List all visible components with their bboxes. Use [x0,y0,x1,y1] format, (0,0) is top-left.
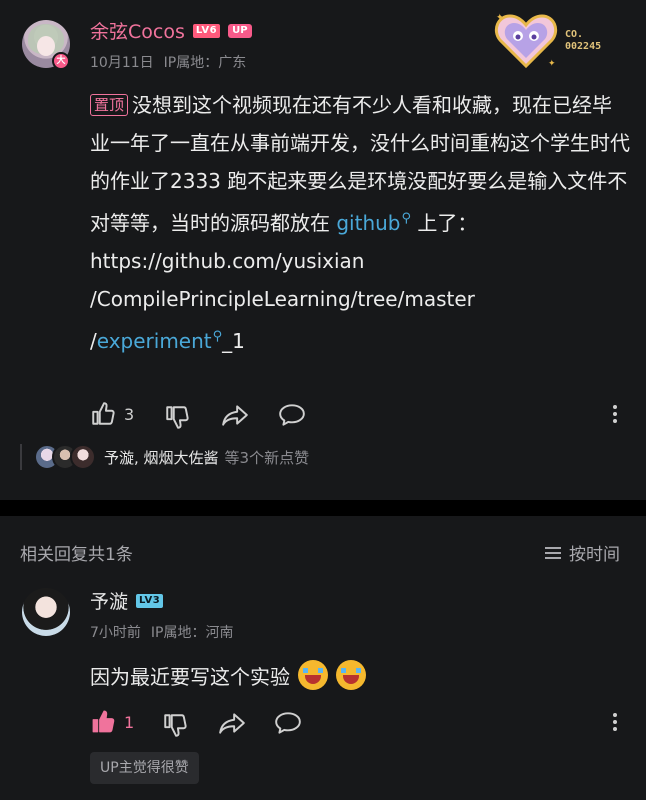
liker-avatar [70,444,96,470]
ip-location: IP属地：广东 [163,55,247,71]
crying-emoji-icon [298,660,328,690]
thumbs-down-icon [164,714,187,737]
reply-share-button[interactable] [218,710,246,736]
up-liked-badge: UP主觉得很赞 [90,752,199,784]
list-icon [545,544,561,562]
like-count: 3 [124,404,135,424]
url-line-1[interactable]: https://github.com/yusixian [90,249,364,273]
sort-label: 按时间 [569,545,620,565]
reply-username[interactable]: 予漩 [90,587,128,614]
url-line-2[interactable]: /CompilePrincipleLearning/tree/master [90,287,475,311]
dislike-button[interactable] [164,404,190,430]
fan-number: CO. 002245 [565,29,602,52]
thumbs-down-icon [166,406,189,429]
share-button[interactable] [221,402,249,428]
pinned-tag: 置顶 [90,94,129,116]
reply-text: 因为最近要写这个实验 [90,664,290,689]
comment-meta: 10月11日 IP属地：广东 [90,52,246,72]
reply-time: 7小时前 [90,625,141,641]
share-icon [222,405,248,426]
search-icon: ⚲ [212,329,223,344]
up-badge: UP [228,23,252,38]
svg-text:✦: ✦ [496,13,504,23]
thumbs-up-filled-icon [92,710,115,733]
reply-like-button[interactable]: 1 [90,709,134,735]
sort-by-time-button[interactable]: 按时间 [545,540,620,565]
reply-comment-button[interactable] [274,710,302,736]
thumbs-up-icon [92,402,115,425]
url-line-3-prefix: / [90,329,97,353]
reply-dislike-button[interactable] [162,712,188,738]
level-badge: LV3 [136,593,164,608]
likers-summary: 等3个新点赞 [224,448,310,467]
likers-names: 予漩, 烟烟大佐酱 [104,448,219,467]
reply-more-menu-icon[interactable] [612,713,618,734]
share-icon [219,713,245,734]
like-button[interactable]: 3 [90,401,134,427]
search-icon: ⚲ [401,211,412,226]
reply-ip-location: IP属地：河南 [150,625,234,641]
reply-avatar[interactable] [22,588,70,636]
more-menu-icon[interactable] [612,405,618,426]
level-badge: LV6 [192,23,221,38]
svg-text:✦: ✦ [548,59,556,69]
fan-decoration-icon[interactable]: ✦ ✦ [494,10,558,70]
comment-bubble-icon [275,712,301,734]
experiment-link[interactable]: experiment [97,329,212,353]
new-likes-bar[interactable]: 予漩, 烟烟大佐酱 等3个新点赞 [20,443,309,471]
comment-body: 置顶 没想到这个视频现在还有不少人看和收藏，现在已经毕业一年了一直在从事前端开发，… [90,86,630,360]
comment-text-2: 上了： [411,211,478,235]
reply-body: 因为最近要写这个实验 [90,660,366,690]
comment-header: 余弦Cocos LV6 UP [90,17,252,44]
crying-emoji-icon [336,660,366,690]
username[interactable]: 余弦Cocos [90,17,185,44]
reply-header: 予漩 LV3 [90,587,164,614]
avatar-badge: 大 [52,52,70,70]
reply-button[interactable] [278,402,306,428]
github-link[interactable]: github [336,211,400,235]
url-line-3-suffix: _1 [222,329,245,353]
reply-meta: 7小时前 IP属地：河南 [90,622,234,642]
comment-date: 10月11日 [90,55,154,71]
replies-header: 相关回复共1条 [20,545,133,565]
reply-like-count: 1 [124,712,135,732]
comment-bubble-icon [279,404,305,426]
